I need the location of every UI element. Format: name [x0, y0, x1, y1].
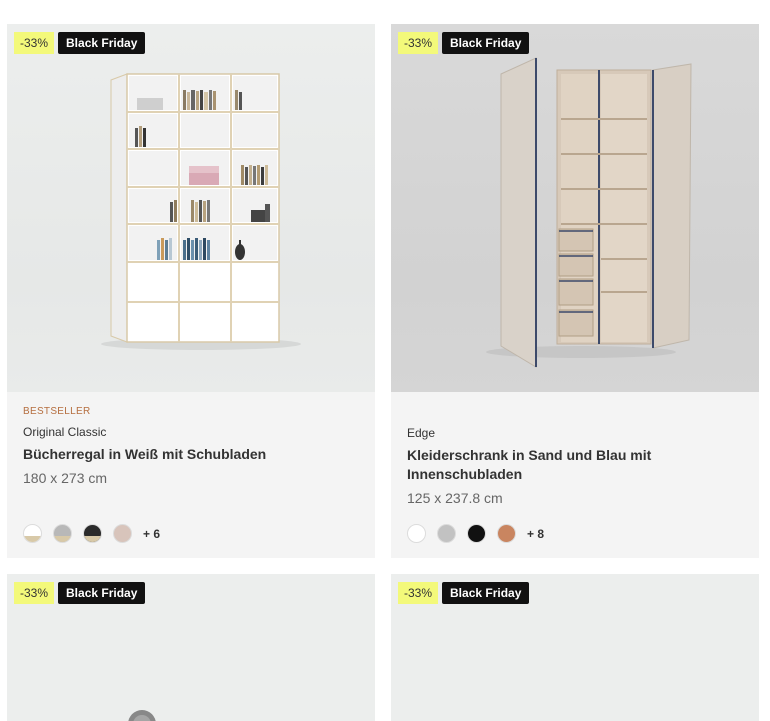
product-card[interactable]: -33% Black Friday Edge Kleiderschrank in… [391, 24, 759, 558]
product-title[interactable]: Kleiderschrank in Sand und Blau mit Inne… [407, 446, 745, 484]
color-swatch-black[interactable] [467, 524, 486, 543]
product-series: Original Classic [23, 425, 107, 439]
discount-badge: -33% [398, 582, 439, 604]
more-colors-link[interactable]: + 8 [527, 527, 544, 541]
product-info: Edge Kleiderschrank in Sand und Blau mit… [407, 404, 745, 506]
color-swatch-rose[interactable] [113, 524, 132, 543]
black-friday-badge: Black Friday [58, 582, 146, 604]
product-dimensions: 125 x 237.8 cm [407, 490, 503, 506]
product-image[interactable] [391, 24, 759, 392]
badge-group: -33% Black Friday [14, 32, 146, 54]
color-swatch-white[interactable] [407, 524, 426, 543]
color-swatch-black[interactable] [83, 524, 102, 543]
color-swatch-terracotta[interactable] [497, 524, 516, 543]
black-friday-badge: Black Friday [58, 32, 146, 54]
product-dimensions: 180 x 273 cm [23, 470, 108, 486]
badge-group: -33% Black Friday [14, 582, 146, 604]
discount-badge: -33% [14, 582, 55, 604]
color-swatch-grey[interactable] [53, 524, 72, 543]
product-info: BESTSELLER Original Classic Bücherregal … [23, 404, 361, 486]
product-title[interactable]: Bücherregal in Weiß mit Schubladen [23, 445, 361, 464]
product-card[interactable]: -33% Black Friday BESTSELLER Original Cl… [7, 24, 375, 558]
product-card[interactable]: -33% Black Friday [7, 574, 375, 721]
black-friday-badge: Black Friday [442, 32, 530, 54]
badge-group: -33% Black Friday [398, 32, 530, 54]
discount-badge: -33% [14, 32, 55, 54]
color-swatches: + 8 [407, 524, 544, 543]
more-colors-link[interactable]: + 6 [143, 527, 160, 541]
bestseller-tag [407, 406, 745, 418]
product-image[interactable] [7, 24, 375, 392]
color-swatch-white[interactable] [23, 524, 42, 543]
color-swatches: + 6 [23, 524, 160, 543]
bookshelf-illustration [101, 73, 301, 350]
black-friday-badge: Black Friday [442, 582, 530, 604]
discount-badge: -33% [398, 32, 439, 54]
product-series: Edge [407, 426, 436, 440]
bestseller-tag: BESTSELLER [23, 406, 91, 417]
product-card[interactable]: -33% Black Friday [391, 574, 759, 721]
color-swatch-grey[interactable] [437, 524, 456, 543]
badge-group: -33% Black Friday [398, 582, 530, 604]
wardrobe-illustration [486, 57, 692, 368]
